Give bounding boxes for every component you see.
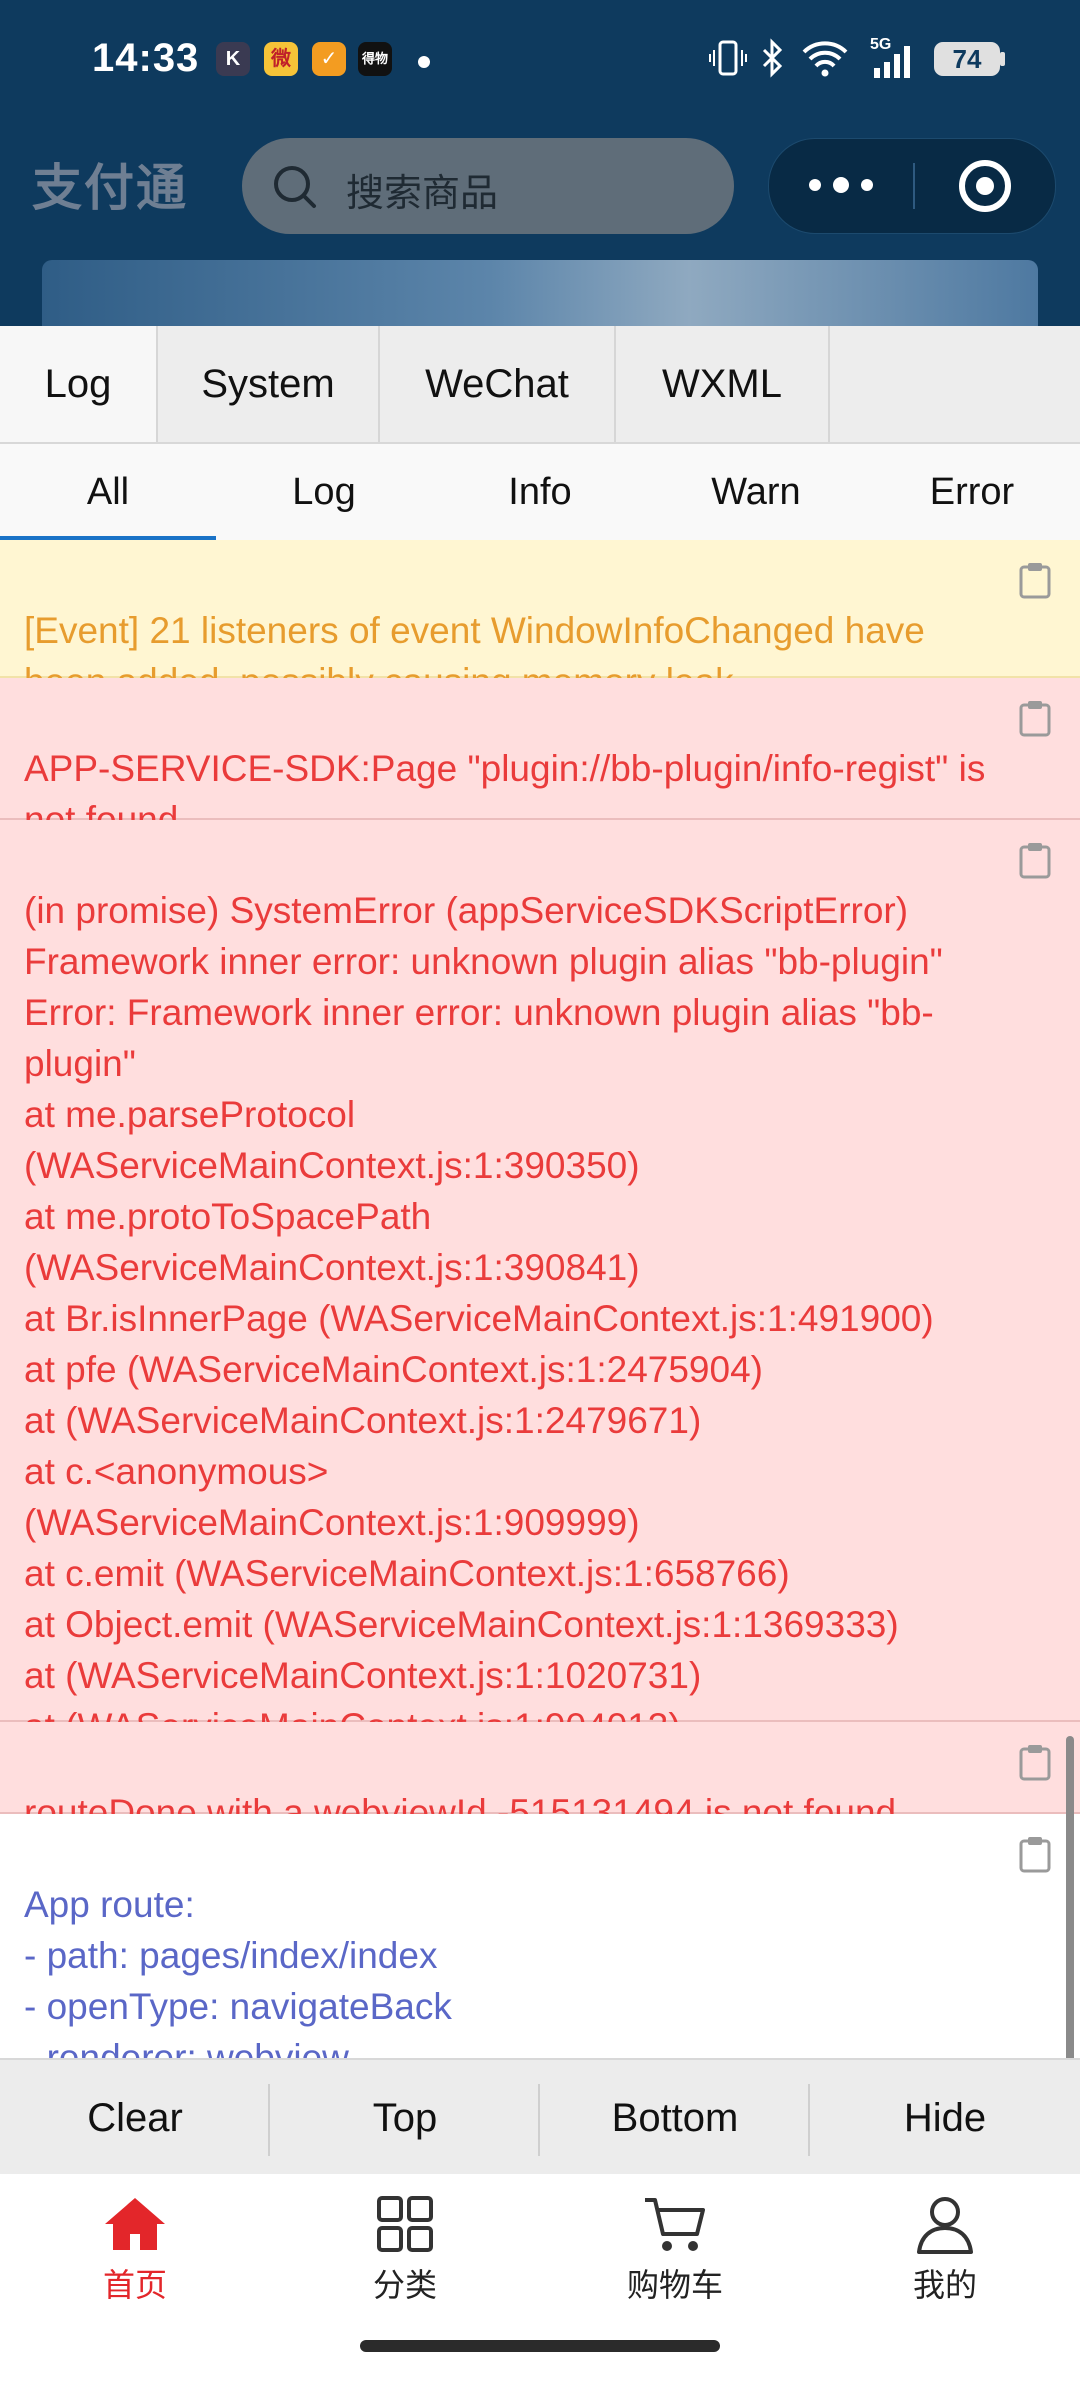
kuaishou-app-icon: K [216, 42, 250, 76]
category-grid-icon [377, 2196, 433, 2252]
log-filter-tabs: All Log Info Warn Error [0, 444, 1080, 542]
status-time: 14:33 [92, 36, 200, 80]
more-notifications-dot [418, 56, 430, 68]
wifi-icon [802, 41, 848, 77]
copy-icon[interactable] [1018, 1744, 1052, 1782]
status-bar: 14:33 K 微 ✓ 得物 5G 74 [0, 0, 1080, 120]
tab-label: 首页 [102, 2267, 167, 2303]
shopping-cart-icon [645, 2198, 705, 2251]
app-notification-icon: ✓ [312, 42, 346, 76]
filter-log[interactable]: Log [216, 444, 432, 540]
tab-wxml[interactable]: WXML [616, 326, 830, 442]
vconsole-top-tabs: Log System WeChat WXML [0, 326, 1080, 444]
tab-label: 购物车 [626, 2267, 723, 2303]
copy-icon[interactable] [1018, 700, 1052, 738]
search-bar[interactable]: 搜索商品 [242, 138, 734, 234]
app-header-area: 14:33 K 微 ✓ 得物 5G 74 支付通 搜索商品 [0, 0, 1080, 326]
home-icon [105, 2198, 165, 2250]
more-options-icon[interactable] [809, 175, 881, 195]
brand-logo: 支付通 [32, 160, 188, 216]
banner-image[interactable] [42, 260, 1038, 326]
filter-error[interactable]: Error [864, 444, 1080, 540]
copy-icon[interactable] [1018, 562, 1052, 600]
log-entry-error: APP-SERVICE-SDK:Page "plugin://bb-plugin… [0, 678, 1080, 840]
filter-warn[interactable]: Warn [648, 444, 864, 540]
profile-icon [917, 2197, 973, 2254]
bottom-button[interactable]: Bottom [540, 2060, 810, 2176]
filter-info[interactable]: Info [432, 444, 648, 540]
tab-wechat[interactable]: WeChat [380, 326, 616, 442]
copy-icon[interactable] [1018, 842, 1052, 880]
log-entry-error: routeDone with a webviewId -515131494 is… [0, 1722, 1080, 1833]
log-entry-warn: [Event] 21 listeners of event WindowInfo… [0, 540, 1080, 702]
capsule-divider [913, 163, 915, 209]
hide-button[interactable]: Hide [810, 2060, 1080, 2176]
search-icon [274, 166, 316, 208]
tab-label: 分类 [372, 2267, 437, 2303]
filter-all[interactable]: All [0, 444, 216, 540]
log-entry-info: App route: - path: pages/index/index - o… [0, 1814, 1080, 2058]
bluetooth-icon [762, 38, 783, 78]
clear-button[interactable]: Clear [0, 2060, 270, 2176]
search-placeholder: 搜索商品 [346, 173, 499, 215]
vibrate-icon [709, 40, 747, 76]
tab-profile[interactable]: 我的 [810, 2194, 1080, 2314]
tab-log[interactable]: Log [0, 326, 158, 442]
close-miniprogram-icon[interactable] [959, 160, 1011, 212]
weibo-app-icon: 微 [264, 42, 298, 76]
dewu-app-icon: 得物 [358, 42, 392, 76]
battery-icon: 74 [934, 42, 1000, 76]
tab-label: 我的 [912, 2267, 977, 2303]
tab-category[interactable]: 分类 [270, 2194, 540, 2314]
log-text: App route: - path: pages/index/index - o… [24, 1884, 452, 2058]
copy-icon[interactable] [1018, 1836, 1052, 1874]
vconsole-toolbar: Clear Top Bottom Hide [0, 2058, 1080, 2176]
home-indicator[interactable] [360, 2340, 720, 2352]
signal-icon [874, 46, 910, 78]
mini-program-capsule [768, 138, 1056, 234]
log-text: (in promise) SystemError (appServiceSDKS… [24, 890, 943, 1747]
top-button[interactable]: Top [270, 2060, 540, 2176]
vconsole-panel: Log System WeChat WXML All Log Info Warn… [0, 326, 1080, 2220]
tab-system[interactable]: System [158, 326, 380, 442]
tab-cart[interactable]: 购物车 [540, 2194, 810, 2314]
tab-home[interactable]: 首页 [0, 2194, 270, 2314]
battery-cap [1000, 52, 1005, 66]
log-entry-error-stack: (in promise) SystemError (appServiceSDKS… [0, 820, 1080, 1747]
